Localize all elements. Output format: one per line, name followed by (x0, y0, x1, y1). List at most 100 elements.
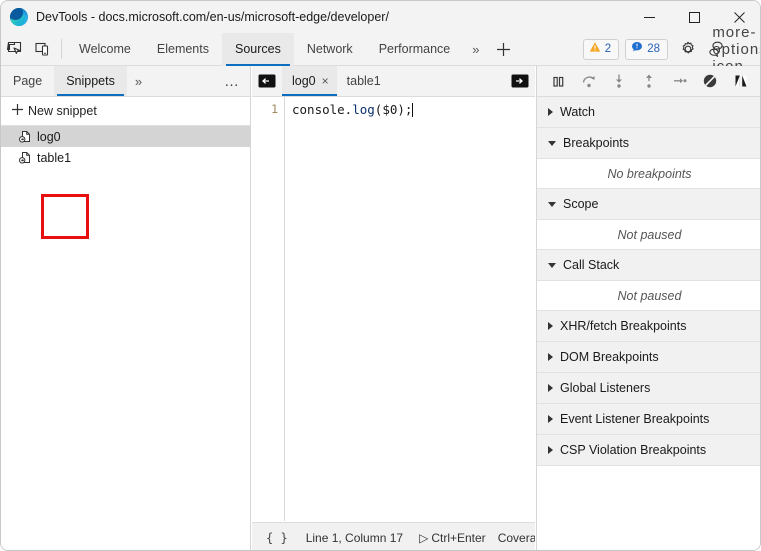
section-event-listener-breakpoints[interactable]: Event Listener Breakpoints (537, 404, 760, 435)
snippet-file-icon (19, 130, 32, 144)
editor-status-bar: { } Line 1, Column 17 ▷Ctrl+Enter Covera… (252, 522, 535, 550)
navigator-tab-strip: Page Snippets » … (1, 66, 250, 97)
panel-collapse-left-icon[interactable] (252, 66, 282, 96)
navigator-tab-page-label: Page (13, 74, 43, 88)
chevron-right-icon (548, 322, 553, 330)
tab-sources[interactable]: Sources (221, 32, 294, 66)
section-call-stack-label: Call Stack (563, 258, 620, 272)
section-dom-breakpoints[interactable]: DOM Breakpoints (537, 342, 760, 373)
tab-elements[interactable]: Elements (144, 33, 222, 66)
navigator-tab-snippets[interactable]: Snippets (54, 66, 127, 96)
step-out-icon[interactable] (637, 69, 661, 93)
section-global-listeners-label: Global Listeners (560, 381, 651, 395)
device-emulation-icon[interactable] (29, 36, 57, 62)
scope-empty-message: Not paused (537, 220, 760, 250)
section-csp-violation-breakpoints[interactable]: CSP Violation Breakpoints (537, 435, 760, 466)
section-csp-violation-breakpoints-label: CSP Violation Breakpoints (560, 443, 707, 457)
tab-network-label: Network (306, 42, 353, 56)
section-xhr-fetch-breakpoints-label: XHR/fetch Breakpoints (560, 319, 687, 333)
edge-logo-icon (10, 8, 28, 26)
section-scope-label: Scope (563, 197, 599, 211)
warning-count: 2 (604, 43, 612, 55)
call-stack-empty-message: Not paused (537, 281, 760, 311)
panel-expand-right-icon[interactable] (505, 66, 535, 96)
section-global-listeners[interactable]: Global Listeners (537, 373, 760, 404)
editor-tab-strip: log0 × table1 (252, 66, 535, 97)
close-icon[interactable]: × (322, 75, 329, 87)
issues-count: 28 (647, 43, 660, 55)
gear-icon[interactable] (674, 36, 702, 62)
chevron-right-icon (548, 446, 553, 454)
navigator-tab-page[interactable]: Page (1, 66, 54, 96)
breakpoints-empty-message: No breakpoints (537, 159, 760, 189)
add-tab-icon[interactable] (488, 42, 519, 57)
snippet-item-table1[interactable]: table1 (1, 147, 250, 168)
section-watch[interactable]: Watch (537, 97, 760, 128)
code-line-1: console.log($0); (292, 102, 414, 117)
format-code-button[interactable]: { } (252, 531, 288, 545)
navigator-pane: Page Snippets » … New snippet log0 table… (1, 66, 251, 550)
section-event-listener-breakpoints-label: Event Listener Breakpoints (560, 412, 710, 426)
run-snippet-button[interactable]: ▷ Ctrl+Enter (403, 531, 486, 545)
pause-script-icon[interactable] (546, 69, 570, 93)
editor-tab-log0-label: log0 (292, 74, 316, 88)
editor-pane: log0 × table1 1 console.log($0); {} Lin… (252, 66, 535, 550)
issues-badge[interactable]: 28 (625, 38, 668, 60)
chevron-right-icon (548, 108, 553, 116)
minimize-button[interactable] (627, 1, 672, 33)
section-breakpoints-label: Breakpoints (563, 136, 630, 150)
toolbar-right-group: 2 28 more-options-icon (582, 24, 760, 75)
panel-tab-strip: Welcome Elements Sources Network Perform… (66, 32, 464, 66)
run-shortcut-label: Ctrl+Enter (431, 530, 486, 545)
snippet-item-table1-label: table1 (37, 150, 72, 165)
plus-icon (11, 103, 24, 119)
editor-tab-log0[interactable]: log0 × (282, 66, 337, 96)
new-snippet-label: New snippet (28, 104, 97, 118)
navigator-more-options-icon[interactable]: … (224, 66, 250, 96)
tab-performance-label: Performance (378, 42, 451, 56)
debugger-pane: Watch Breakpoints No breakpoints Scope N… (536, 66, 760, 550)
tab-welcome-label: Welcome (79, 42, 131, 56)
chevron-down-icon (548, 262, 556, 268)
code-text-before: console. (292, 102, 353, 117)
window-title: DevTools - docs.microsoft.com/en-us/micr… (36, 10, 389, 24)
more-options-icon[interactable]: more-options-icon (712, 24, 760, 75)
coverage-button[interactable]: Coverag (486, 531, 535, 545)
chevron-right-icon (548, 353, 553, 361)
tab-performance[interactable]: Performance (366, 33, 464, 66)
step-over-icon[interactable] (577, 69, 601, 93)
inspect-element-icon[interactable] (1, 36, 29, 62)
section-breakpoints[interactable]: Breakpoints (537, 128, 760, 159)
run-triangle-icon: ▷ (419, 530, 429, 545)
new-snippet-button[interactable]: New snippet (1, 97, 250, 126)
step-icon[interactable] (668, 69, 692, 93)
section-scope[interactable]: Scope (537, 189, 760, 220)
navigator-more-tabs-icon[interactable]: » (127, 66, 150, 96)
chevron-down-icon (548, 201, 556, 207)
code-editor[interactable]: 1 console.log($0); (252, 97, 535, 521)
more-tabs-icon[interactable]: » (463, 42, 488, 57)
toolbar-divider (61, 39, 62, 59)
line-number: 1 (271, 102, 278, 116)
maximize-button[interactable] (672, 1, 717, 33)
code-text-after: ($0); (374, 102, 413, 117)
navigator-tab-snippets-label: Snippets (66, 74, 115, 88)
section-xhr-fetch-breakpoints[interactable]: XHR/fetch Breakpoints (537, 311, 760, 342)
deactivate-breakpoints-icon[interactable] (698, 69, 722, 93)
debugger-toolbar (537, 66, 760, 97)
snippet-item-log0[interactable]: log0 (1, 126, 250, 147)
chevron-right-icon (548, 384, 553, 392)
tab-elements-label: Elements (156, 42, 209, 56)
warning-badge[interactable]: 2 (582, 38, 620, 60)
chevron-down-icon (548, 140, 556, 146)
tab-network[interactable]: Network (294, 33, 366, 66)
tab-welcome[interactable]: Welcome (66, 33, 144, 66)
text-cursor (412, 103, 414, 117)
editor-tab-table1[interactable]: table1 (337, 66, 389, 96)
devtools-window: DevTools - docs.microsoft.com/en-us/micr… (0, 0, 761, 551)
warning-triangle-icon (589, 40, 601, 58)
snippet-file-icon (19, 151, 32, 165)
section-call-stack[interactable]: Call Stack (537, 250, 760, 281)
pause-on-exceptions-icon[interactable] (729, 69, 753, 93)
step-into-icon[interactable] (607, 69, 631, 93)
